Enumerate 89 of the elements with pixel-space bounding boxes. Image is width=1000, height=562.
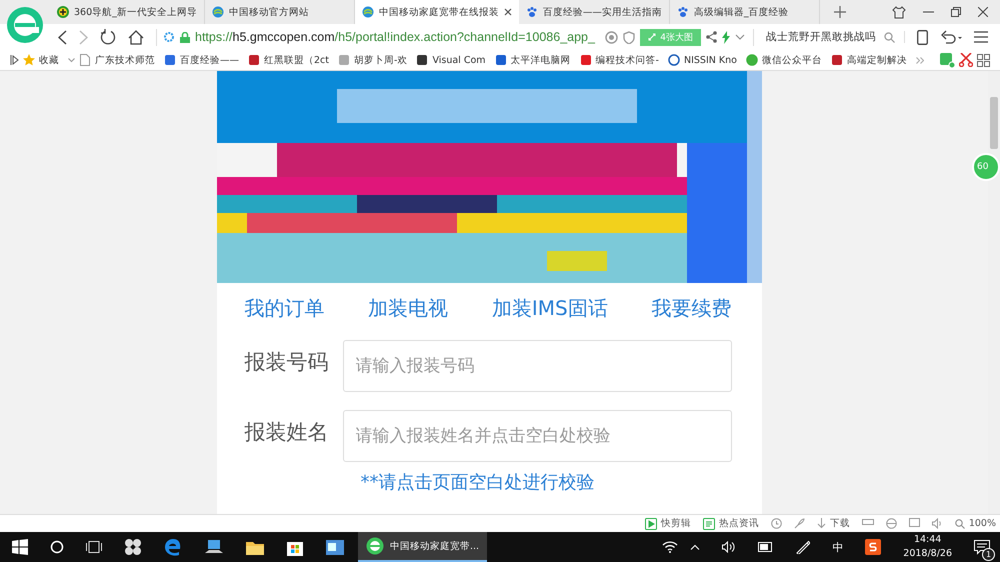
history-icon[interactable] — [770, 518, 782, 529]
bookmark-item[interactable]: 编程技术问答- — [596, 54, 659, 66]
lock-icon — [180, 32, 190, 42]
play-icon — [644, 518, 657, 530]
fan-icon[interactable] — [124, 538, 142, 556]
bookmark-item[interactable]: 百度经验—— — [180, 54, 239, 66]
nav-link[interactable]: 我要续费 — [651, 295, 732, 322]
undo-icon[interactable] — [940, 30, 962, 44]
input-field[interactable]: 请输入报装号码 — [342, 340, 732, 392]
control-panel-icon[interactable] — [326, 540, 344, 554]
notification-count-badge: 1 — [982, 548, 995, 560]
browser-tab[interactable]: 中国移动官方网站 — [204, 0, 355, 24]
status-bar-item[interactable]: 快剪辑 — [644, 517, 691, 530]
sidebar-toggle-icon[interactable] — [10, 55, 19, 65]
page-icon[interactable] — [79, 54, 91, 66]
folder-icon[interactable] — [246, 540, 264, 554]
bookmark-item[interactable]: 太平洋电脑网 — [510, 54, 571, 66]
bookmark-item[interactable]: NISSIN Kno — [684, 54, 737, 66]
bookmark-item[interactable]: Visual Com — [432, 54, 486, 66]
caret-icon[interactable] — [68, 58, 75, 62]
target-icon[interactable] — [605, 30, 618, 44]
menu-icon[interactable] — [974, 31, 988, 43]
browser-tab[interactable]: 中国移动家庭宽带在线报装 — [354, 0, 519, 24]
close-icon[interactable] — [978, 7, 988, 17]
close-icon[interactable] — [504, 8, 512, 16]
zoom-level-button[interactable]: 100% — [954, 518, 996, 529]
news-icon — [702, 518, 715, 530]
laptop-icon[interactable] — [204, 539, 224, 555]
input-method-indicator[interactable]: 中 — [832, 540, 844, 554]
input-field[interactable]: 请输入报装姓名并点击空白处校验 — [342, 410, 732, 462]
bookmark-item[interactable]: 微信公众平台 — [762, 54, 822, 66]
expand-icon — [648, 33, 656, 41]
share-icon[interactable] — [706, 31, 717, 43]
task-view-icon[interactable] — [86, 541, 102, 553]
lightning-icon[interactable] — [722, 30, 730, 44]
square-logo-icon[interactable] — [494, 54, 507, 66]
restore-icon[interactable] — [951, 7, 961, 17]
square-logo-icon[interactable] — [830, 54, 843, 66]
scrollbar-thumb[interactable] — [990, 97, 998, 149]
bookmark-item[interactable]: 红黑联盟（2ct — [264, 54, 329, 66]
clock-time[interactable]: 14:44 — [914, 533, 942, 547]
chevron-up-icon[interactable] — [690, 544, 700, 550]
home-icon[interactable] — [128, 30, 144, 44]
apps-grid-icon[interactable] — [977, 54, 990, 66]
windows-start-icon[interactable] — [12, 539, 28, 555]
plus-circle-icon — [57, 6, 69, 18]
pen-icon[interactable] — [796, 540, 810, 554]
hint-text: **请点击页面空白处进行校验 — [360, 471, 596, 494]
browser-tab[interactable]: 360导航_新一代安全上网导 — [50, 0, 205, 24]
nav-link[interactable]: 加装电视 — [368, 295, 448, 322]
star-icon[interactable] — [23, 54, 35, 66]
wifi-icon[interactable] — [662, 541, 678, 553]
scissors-icon[interactable] — [959, 53, 973, 67]
search-icon[interactable] — [50, 540, 64, 554]
url-text[interactable]: https://h5.gmccopen.com/h5/portal!index.action?channelId=10086_app_ — [195, 30, 600, 44]
shirt-icon[interactable] — [892, 6, 906, 18]
battery-icon[interactable] — [758, 542, 774, 552]
reload-icon[interactable] — [100, 29, 116, 45]
chevron-down-icon[interactable] — [735, 34, 745, 40]
bookmark-item[interactable]: 收藏 — [39, 54, 59, 66]
square-logo-icon[interactable] — [416, 54, 428, 66]
field-label: 报装号码 — [244, 349, 328, 376]
download-icon — [816, 518, 826, 529]
sogou-s-icon[interactable] — [865, 539, 882, 555]
speaker-icon[interactable] — [722, 541, 736, 553]
swirl-logo-icon — [212, 6, 224, 18]
swirl-logo-icon — [362, 6, 374, 18]
clock-date[interactable]: 2018/8/26 — [903, 547, 952, 561]
status-bar-item[interactable]: 热点资讯 — [702, 517, 759, 530]
taskbar-app-button[interactable]: 中国移动家庭宽带... — [358, 532, 488, 562]
nav-link[interactable]: 我的订单 — [244, 295, 324, 322]
new-tab-icon[interactable] — [834, 6, 846, 18]
bookmark-item[interactable]: 高端定制解决 — [846, 54, 907, 66]
browser-logo-icon — [366, 537, 384, 555]
browser-tab[interactable]: 百度经验——实用生活指南 — [518, 0, 670, 24]
zoom-icon — [954, 518, 965, 528]
minimize-icon[interactable] — [923, 11, 934, 13]
nav-link[interactable]: 加装IMS固话 — [492, 295, 608, 322]
ring-icon[interactable] — [668, 54, 680, 66]
field-label: 报装姓名 — [244, 419, 328, 446]
tablet-icon[interactable] — [917, 30, 928, 44]
bookmark-item[interactable]: 广东技术师范 — [95, 54, 155, 66]
download-button[interactable]: 下载 — [816, 517, 850, 530]
window-icon[interactable] — [908, 518, 920, 529]
edge-browser-icon[interactable] — [164, 538, 182, 556]
browser-tab[interactable]: 高级编辑器_百度经验 — [670, 0, 820, 24]
back-icon[interactable] — [58, 30, 67, 44]
search-field[interactable]: 战士荒野开黑敢挑战吗 — [766, 31, 905, 43]
bookmark-item[interactable]: 胡萝卜周-欢 — [354, 54, 408, 66]
